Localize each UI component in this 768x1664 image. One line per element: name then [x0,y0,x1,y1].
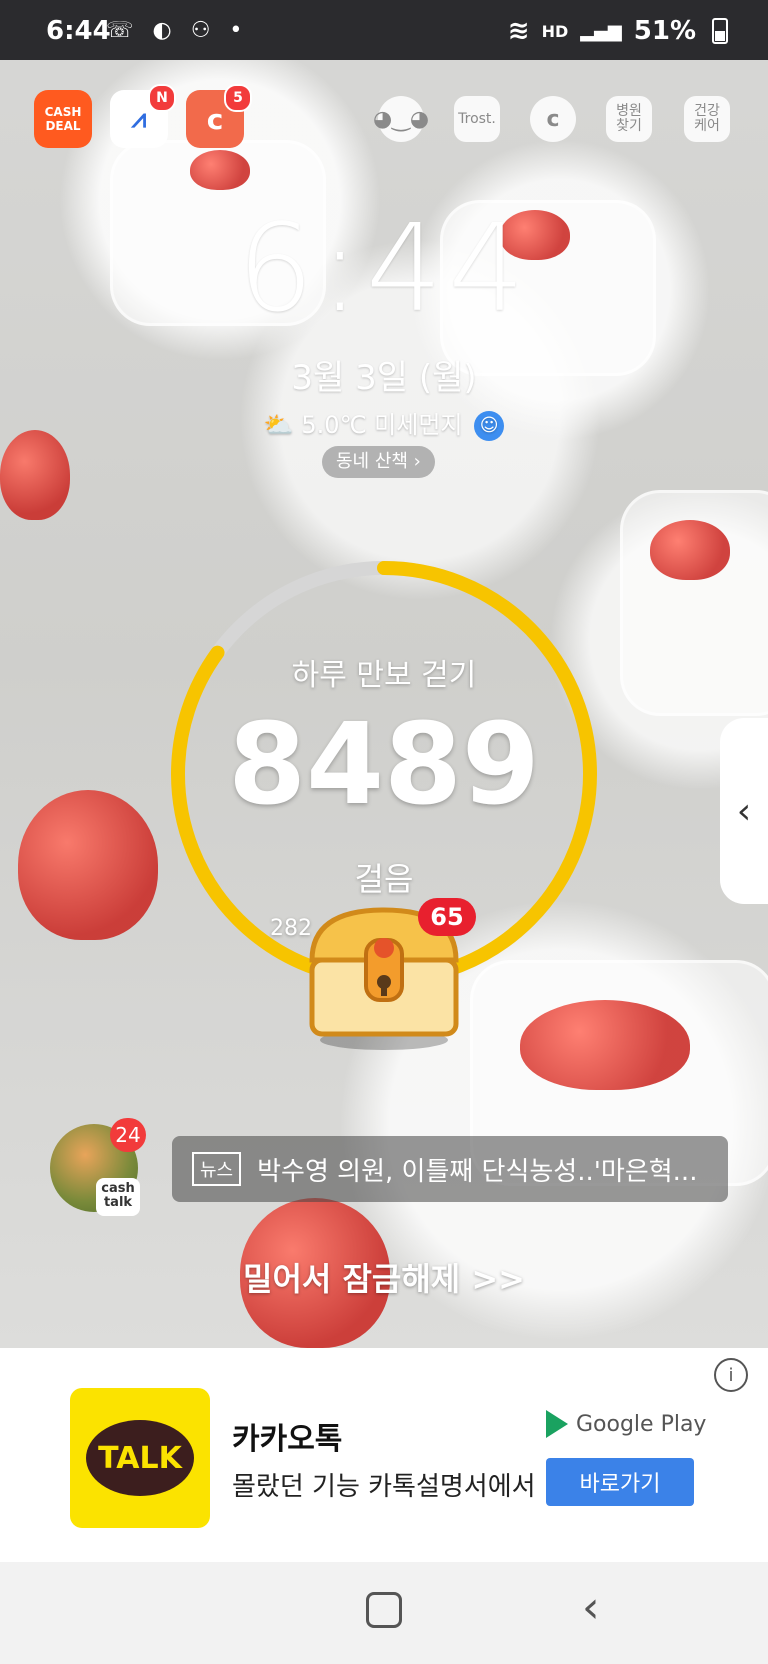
edge-panel-handle[interactable]: ‹ [720,718,768,904]
hd-voice-label: HD [541,21,569,41]
weather-text: 5.0℃ 미세먼지 [301,411,463,439]
navigation-bar: ‹ [0,1562,768,1664]
partly-cloudy-icon: ⛅ [263,411,294,439]
swipe-to-unlock[interactable]: 밀어서 잠금해제 >> [0,1254,768,1300]
signal-icon: ▂▄▆ [580,20,622,42]
back-button-icon[interactable]: ‹ [582,1582,600,1633]
trost-app-icon[interactable]: Trost. [454,96,500,142]
health-care-app-icon[interactable]: 건강 케어 [684,96,730,142]
status-time: 6:44 [46,16,111,46]
hospital-app-icon[interactable]: 병원 찾기 [606,96,652,142]
strawberry-decoration [650,520,730,580]
lock-date: 3월 3일 (월) [291,358,477,398]
talk-bubble-icon: TALK [86,1420,194,1496]
strawberry-decoration [0,430,70,520]
trost-label: Trost. [458,110,496,127]
cash-deal-app-icon[interactable]: CASH DEAL [34,90,92,148]
cashtalk-badge: 24 [110,1118,146,1152]
lock-screen: 6:44 ☏ ◐ ⚇ • ≋ HD ▂▄▆ 51% CASH DEAL ⩘ N … [0,0,768,1664]
chevron-left-icon: ‹ [736,790,752,832]
ad-title: 카카오톡 [232,1422,343,1457]
status-bar: 6:44 ☏ ◐ ⚇ • ≋ HD ▂▄▆ 51% [0,0,768,60]
google-play-label: Google Play [546,1410,706,1438]
go-button[interactable]: 바로가기 [546,1458,694,1506]
battery-percent: 51% [633,16,696,46]
cashwalk-app-icon[interactable]: c 5 [186,84,252,148]
mask-app-icon[interactable]: ◕‿◕ [373,96,429,142]
step-count[interactable]: 8489 [0,700,768,830]
app-badge: 5 [224,84,252,112]
google-play-text: Google Play [576,1411,707,1437]
ad-banner[interactable]: i TALK 카카오톡 몰랐던 기능 카톡설명서에서 Google Play 바… [0,1348,768,1562]
neighborhood-walk-button[interactable]: 동네 산책 › [322,446,435,478]
walking-app-icon[interactable]: ⩘ N [110,84,176,148]
home-button-icon[interactable] [366,1592,402,1628]
kakaotalk-logo: TALK [70,1388,210,1528]
chest-badge: 65 [418,898,476,936]
strawberry-decoration [190,150,250,190]
news-tag: 뉴스 [192,1152,242,1186]
weather-info[interactable]: ⛅ 5.0℃ 미세먼지 ☺ [0,405,768,441]
coin-app-icon[interactable]: c [530,96,576,142]
step-unit: 걸음 [354,860,414,898]
app-badge: N [148,84,176,112]
notification-icons: ☏ ◐ ⚇ • [106,18,249,43]
wifi-icon: ≋ [507,16,530,46]
hospital-label: 병원 찾기 [616,103,642,134]
google-play-icon [546,1410,568,1438]
news-headline: 박수영 의원, 이틀째 단식농성..'마은혁... [257,1156,698,1187]
walking-glyph-icon: ⩘ [131,103,147,134]
battery-icon [712,18,728,44]
status-right: ≋ HD ▂▄▆ 51% [508,16,728,46]
mask-icon: ◕‿◕ [372,106,430,132]
lock-clock: 6:44 [237,200,531,339]
news-banner[interactable]: 뉴스 박수영 의원, 이틀째 단식농성..'마은혁... [172,1136,728,1202]
coin-icon: c [546,106,560,132]
health-care-label: 건강 케어 [694,103,720,134]
steps-title: 하루 만보 걷기 [291,658,477,693]
air-quality-smiley-icon: ☺ [474,411,505,441]
strawberry-decoration [520,1000,690,1090]
cashwalk-glyph-icon: c [206,102,224,136]
ad-description: 몰랐던 기능 카톡설명서에서 [232,1472,536,1502]
ad-info-icon[interactable]: i [714,1358,748,1392]
cash-deal-label: CASH DEAL [44,105,82,133]
cashtalk-label: cash talk [96,1178,140,1216]
